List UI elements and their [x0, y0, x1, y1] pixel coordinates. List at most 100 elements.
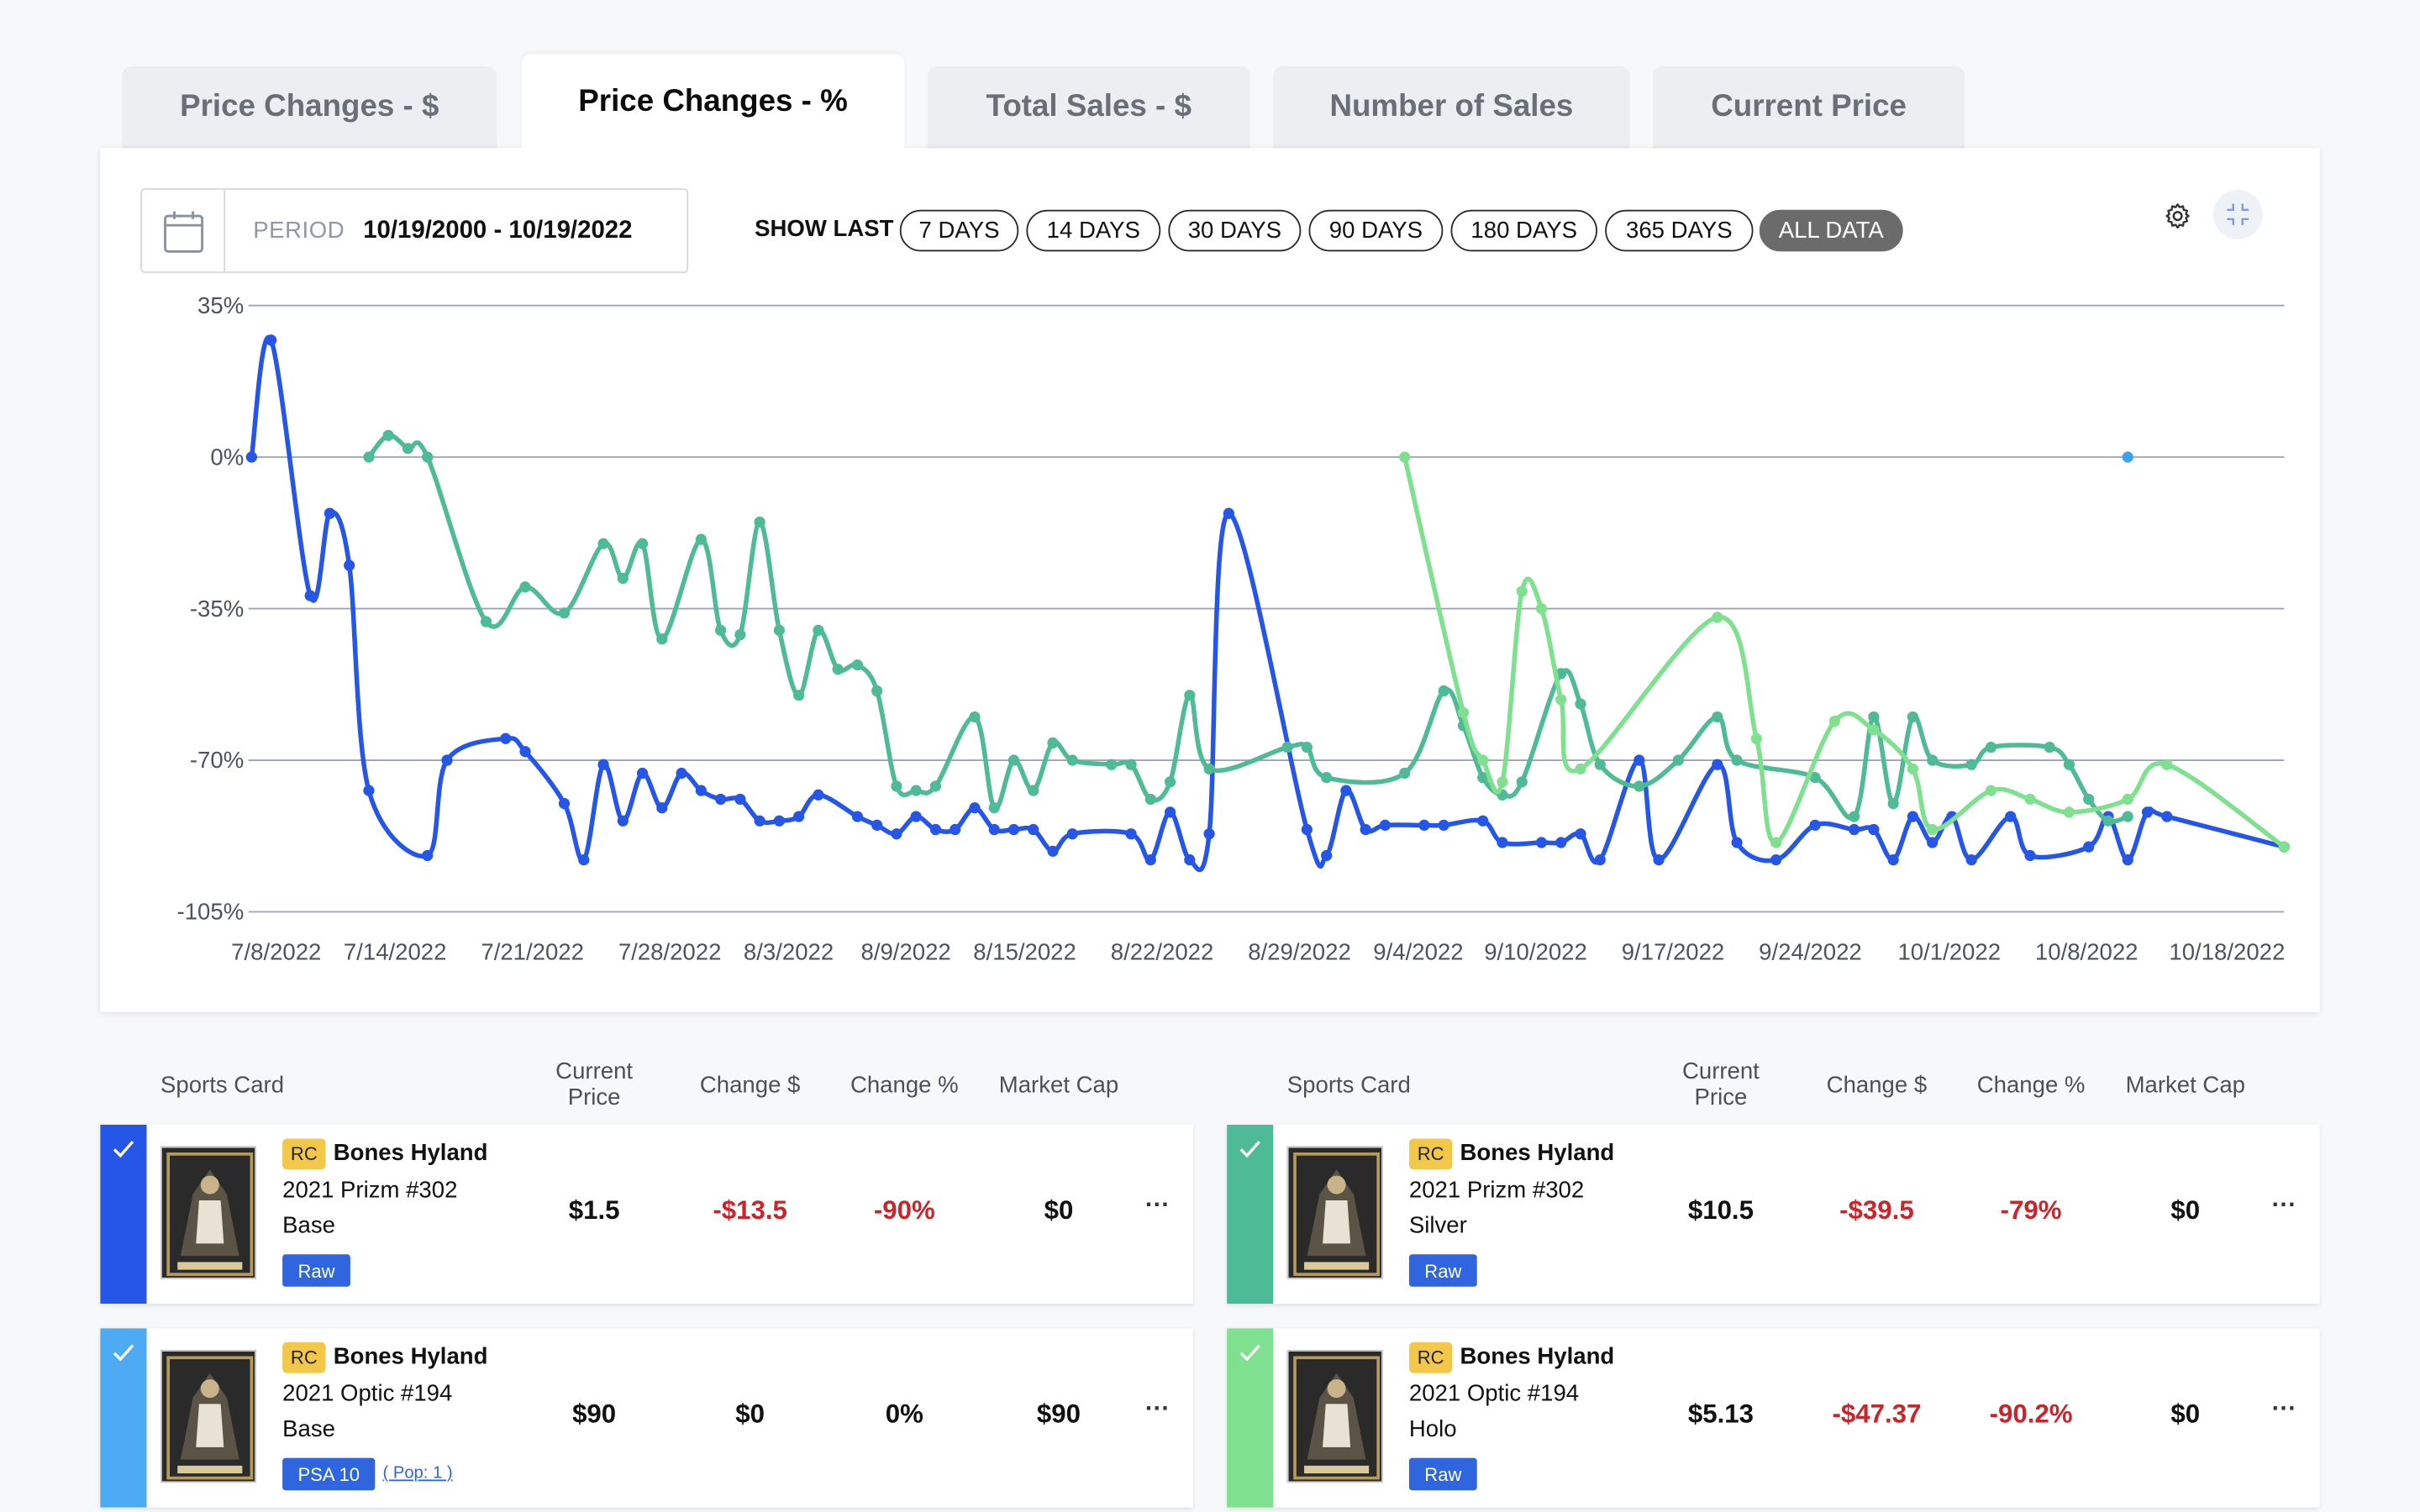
data-point — [1360, 823, 1371, 836]
x-tick-label: 8/9/2022 — [861, 938, 951, 964]
card-thumbnail[interactable] — [160, 1146, 256, 1279]
data-point — [929, 780, 942, 792]
data-point — [1066, 754, 1078, 766]
data-point — [1164, 776, 1176, 788]
col-current-price: Current Price — [524, 1058, 663, 1110]
player-name[interactable]: Bones Hyland — [1460, 1140, 1615, 1166]
more-icon[interactable]: ··· — [1145, 1396, 1170, 1424]
data-point — [891, 828, 902, 840]
check-icon — [1239, 1344, 1260, 1362]
data-point — [578, 854, 590, 866]
tab-number-of-sales[interactable]: Number of Sales — [1273, 66, 1630, 149]
population-link[interactable]: ( Pop: 1 ) — [383, 1464, 453, 1483]
data-point — [2044, 741, 2055, 753]
data-point — [891, 780, 902, 792]
tab-total-sales[interactable]: Total Sales - $ — [927, 66, 1250, 149]
data-point — [1712, 759, 1723, 770]
data-point — [695, 785, 707, 796]
market-cap-value: $90 — [1036, 1399, 1081, 1429]
row-select-checkbox[interactable] — [100, 1124, 147, 1305]
current-price-value: $90 — [572, 1399, 617, 1429]
data-point — [558, 797, 571, 810]
table-row[interactable]: RC Bones Hyland 2021 Prizm #302 Base Raw… — [100, 1124, 1193, 1305]
table-row[interactable]: RC Bones Hyland 2021 Prizm #302 Silver R… — [1227, 1124, 2320, 1305]
col-market-cap: Market Cap — [2125, 1072, 2245, 1099]
data-point — [695, 533, 707, 545]
rookie-badge: RC — [1408, 1138, 1453, 1170]
row-select-checkbox[interactable] — [1227, 1124, 1274, 1305]
tab-label: Number of Sales — [1329, 89, 1574, 123]
tab-current-price[interactable]: Current Price — [1653, 66, 1965, 149]
card-thumbnail[interactable] — [1286, 1146, 1383, 1279]
more-icon[interactable]: ··· — [2272, 1396, 2296, 1424]
data-point — [1927, 823, 1939, 836]
data-point — [1164, 806, 1176, 818]
tab-price-changes-usd[interactable]: Price Changes - $ — [122, 66, 497, 149]
tab-label: Price Changes - $ — [180, 89, 439, 123]
table-row[interactable]: RC Bones Hyland 2021 Optic #194 Base PSA… — [100, 1328, 1193, 1508]
player-name[interactable]: Bones Hyland — [334, 1344, 488, 1370]
data-point — [1301, 741, 1313, 753]
tab-price-changes-pct[interactable]: Price Changes - % — [521, 54, 905, 150]
row-select-checkbox[interactable] — [100, 1328, 147, 1508]
data-point — [1887, 854, 1899, 866]
x-tick-label: 7/28/2022 — [618, 938, 722, 964]
data-point — [832, 664, 844, 675]
data-point — [1985, 785, 1997, 796]
player-name[interactable]: Bones Hyland — [1460, 1344, 1615, 1370]
col-sports-card: Sports Card — [1286, 1072, 1411, 1099]
col-market-cap: Market Cap — [998, 1072, 1119, 1099]
data-point — [2122, 793, 2133, 806]
series-line — [1402, 456, 2286, 849]
y-tick-label: 0% — [210, 444, 244, 470]
data-point — [656, 633, 668, 645]
card-thumbnail[interactable] — [1286, 1350, 1383, 1483]
data-point — [1965, 759, 1977, 770]
table-row[interactable]: RC Bones Hyland 2021 Optic #194 Holo Raw… — [1227, 1328, 2320, 1508]
data-point — [714, 624, 727, 636]
data-point — [1907, 763, 1919, 774]
data-point — [1828, 716, 1840, 727]
data-point — [1457, 706, 1470, 718]
data-point — [2024, 849, 2036, 862]
data-point — [1144, 854, 1156, 866]
data-point — [813, 789, 824, 801]
data-point — [363, 451, 375, 463]
data-point — [2102, 815, 2114, 827]
data-point — [2083, 793, 2095, 806]
data-point — [1144, 793, 1156, 806]
data-point — [1535, 837, 1548, 848]
more-icon[interactable]: ··· — [1145, 1193, 1170, 1221]
market-cap-value: $0 — [2170, 1399, 2201, 1429]
col-current-price-line1: Current — [555, 1058, 634, 1085]
data-point — [754, 516, 765, 528]
x-tick-label: 9/24/2022 — [1759, 938, 1862, 964]
card-variant: Silver — [1408, 1212, 1467, 1239]
data-point — [2024, 793, 2036, 806]
data-point — [1849, 811, 1860, 822]
data-point — [519, 746, 531, 758]
change-pct-value: 0% — [885, 1399, 923, 1429]
data-point — [519, 581, 531, 593]
x-tick-label: 10/8/2022 — [2035, 938, 2139, 964]
price-change-chart: 35% 0% -35% -70% -105% 7/8/2022 7/14/2022 7/21/… — [177, 292, 2290, 964]
card-thumbnail[interactable] — [160, 1350, 256, 1483]
data-point — [656, 802, 668, 814]
data-point — [382, 429, 394, 441]
card-set: 2021 Optic #194 — [1408, 1380, 1580, 1408]
change-usd-value: -$13.5 — [713, 1195, 787, 1226]
more-icon[interactable]: ··· — [2272, 1193, 2296, 1221]
y-tick-label: 35% — [197, 292, 244, 318]
row-select-checkbox[interactable] — [1227, 1328, 1274, 1508]
data-point — [245, 451, 257, 463]
data-point — [363, 785, 375, 796]
player-name[interactable]: Bones Hyland — [334, 1140, 488, 1166]
col-current-price: Current Price — [1651, 1058, 1790, 1110]
data-point — [1712, 612, 1723, 623]
y-tick-label: -105% — [177, 899, 245, 925]
data-point — [266, 334, 277, 346]
x-tick-label: 9/17/2022 — [1622, 938, 1725, 964]
data-point — [1007, 754, 1020, 766]
data-point — [441, 754, 453, 766]
col-change-pct: Change % — [850, 1072, 959, 1099]
